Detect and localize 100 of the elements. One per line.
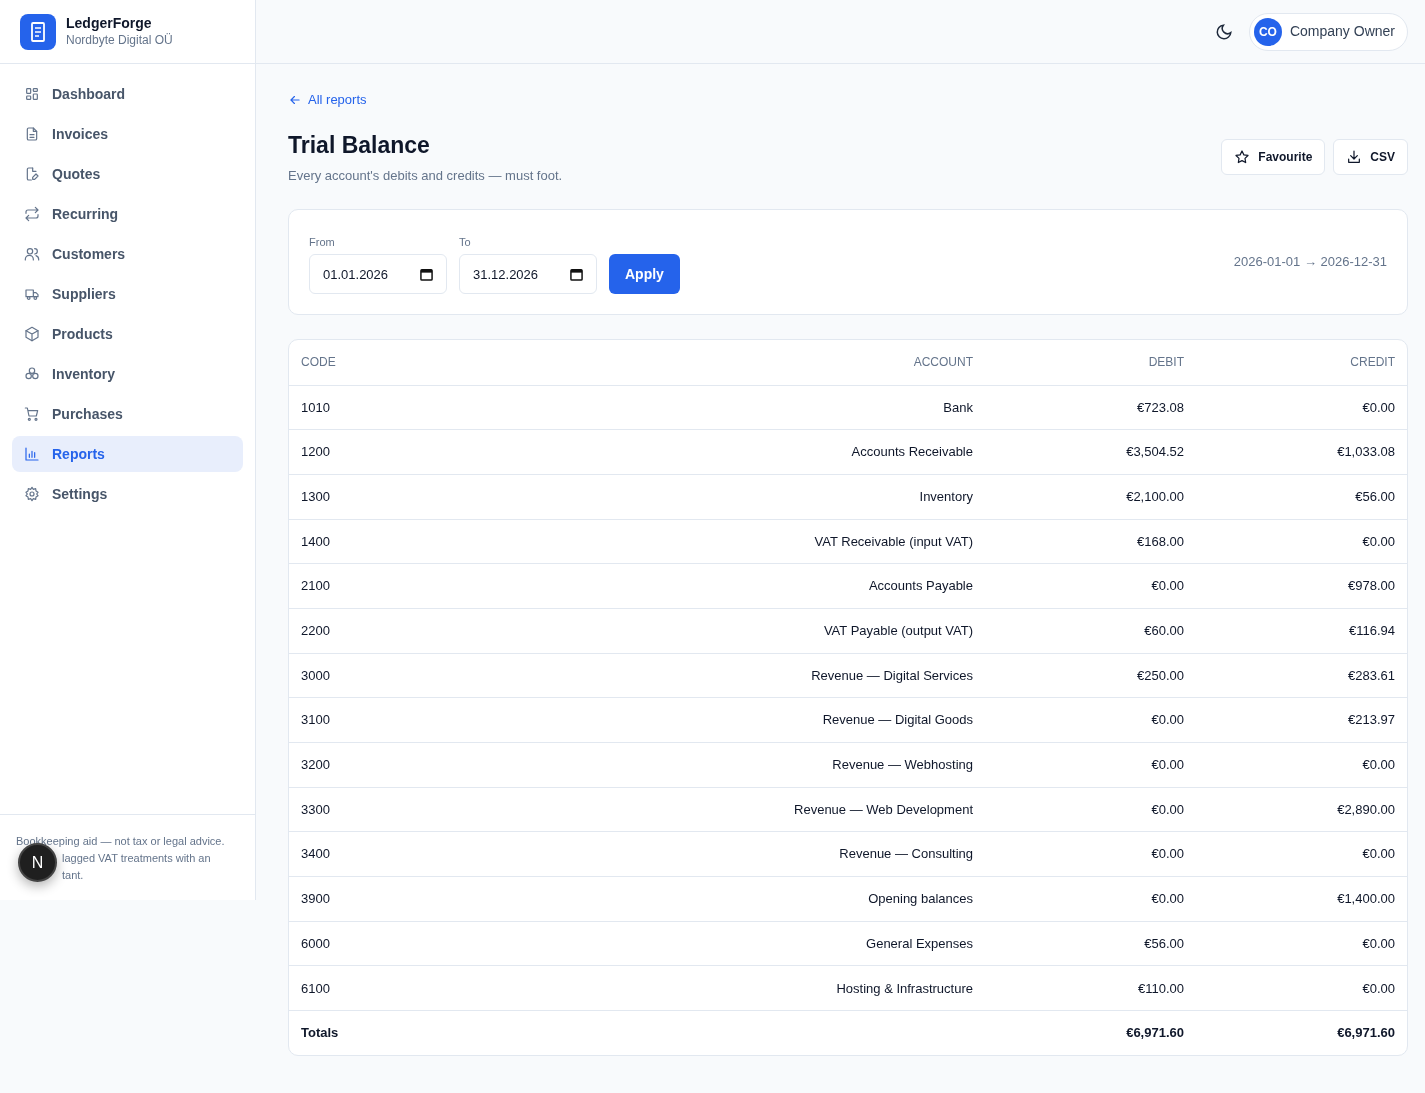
- nav-item[interactable]: Dashboard: [12, 76, 243, 112]
- nav-item[interactable]: Invoices: [12, 116, 243, 152]
- calendar-icon[interactable]: [570, 267, 583, 281]
- table-cell: €3,504.52: [985, 429, 1196, 475]
- nav-item[interactable]: Inventory: [12, 356, 243, 392]
- table-cell: €0.00: [985, 876, 1196, 922]
- table-cell: €6,971.60: [985, 1010, 1196, 1055]
- page-subtitle: Every account's debits and credits — must foot.: [288, 166, 563, 185]
- table-cell: 1300: [289, 474, 489, 520]
- table-cell: Totals: [289, 1010, 985, 1055]
- back-link[interactable]: All reports: [288, 90, 367, 110]
- table-cell: 3200: [289, 742, 489, 788]
- logo-icon: [20, 13, 56, 50]
- table-cell: Inventory: [489, 474, 985, 520]
- table-cell: €0.00: [1196, 519, 1407, 564]
- table-cell: €0.00: [985, 831, 1196, 877]
- document-pen-icon: [24, 166, 40, 182]
- table-cell: Bank: [489, 385, 985, 430]
- field-label: From: [309, 234, 336, 250]
- disclaimer-text: lagged VAT treatments with an: [62, 851, 212, 866]
- nav-item[interactable]: Purchases: [12, 396, 243, 432]
- table-cell: General Expenses: [489, 921, 985, 966]
- table-cell: 2200: [289, 608, 489, 654]
- grid-icon: [24, 86, 40, 102]
- column-header: ACCOUNT: [489, 340, 985, 385]
- settings-icon: [24, 486, 40, 502]
- table-cell: Accounts Payable: [489, 563, 985, 609]
- nav-item[interactable]: Reports: [12, 436, 243, 472]
- table-cell: Hosting & Infrastructure: [489, 965, 985, 1011]
- disclaimer-text: tant.: [62, 868, 85, 883]
- table-cell: Revenue — Digital Goods: [489, 697, 985, 743]
- document-icon: [24, 126, 40, 142]
- column-header: CREDIT: [1196, 340, 1407, 385]
- table-cell: 1400: [289, 519, 489, 564]
- table-cell: VAT Receivable (input VAT): [489, 519, 985, 564]
- table-cell: Revenue — Webhosting: [489, 742, 985, 788]
- table-cell: €213.97: [1196, 697, 1407, 743]
- apply-button[interactable]: Apply: [609, 254, 680, 295]
- table-cell: €6,971.60: [1196, 1010, 1407, 1055]
- bar-chart-icon: [24, 446, 40, 462]
- users-icon: [24, 246, 40, 262]
- table-cell: €250.00: [985, 653, 1196, 698]
- table-cell: 1200: [289, 429, 489, 475]
- table-cell: €0.00: [1196, 831, 1407, 877]
- table-cell: 2100: [289, 563, 489, 609]
- table-cell: €0.00: [985, 742, 1196, 788]
- table-cell: €0.00: [1196, 385, 1407, 430]
- column-header: DEBIT: [985, 340, 1196, 385]
- table-cell: €1,400.00: [1196, 876, 1407, 922]
- cube-icon: [24, 326, 40, 342]
- table-cell: €116.94: [1196, 608, 1407, 654]
- table-cell: 1010: [289, 385, 489, 430]
- favourite-button[interactable]: Favourite: [1221, 139, 1326, 175]
- star-icon: [1234, 149, 1251, 165]
- table-cell: 3000: [289, 653, 489, 698]
- nav-item[interactable]: Products: [12, 316, 243, 352]
- table-cell: Revenue — Web Development: [489, 787, 985, 832]
- calendar-icon[interactable]: [420, 267, 433, 281]
- table-cell: Accounts Receivable: [489, 429, 985, 475]
- table-cell: 3400: [289, 831, 489, 877]
- circles-icon: [24, 366, 40, 382]
- csv-button[interactable]: CSV: [1333, 139, 1408, 175]
- nav-item[interactable]: Customers: [12, 236, 243, 272]
- table-cell: €56.00: [985, 921, 1196, 966]
- table-cell: €0.00: [1196, 742, 1407, 788]
- table-cell: Opening balances: [489, 876, 985, 922]
- page-title: Trial Balance: [288, 130, 431, 160]
- nav-item[interactable]: Quotes: [12, 156, 243, 192]
- table-cell: €2,100.00: [985, 474, 1196, 520]
- user-avatar: CO: [1253, 17, 1282, 46]
- truck-icon: [24, 286, 40, 302]
- nav-item[interactable]: Settings: [12, 476, 243, 512]
- table-cell: €0.00: [985, 563, 1196, 609]
- table-cell: €1,033.08: [1196, 429, 1407, 475]
- table-cell: €60.00: [985, 608, 1196, 654]
- company-name: Nordbyte Digital OÜ: [66, 32, 173, 48]
- nav-item[interactable]: Recurring: [12, 196, 243, 232]
- field-label: To: [459, 234, 472, 250]
- nav-item[interactable]: Suppliers: [12, 276, 243, 312]
- table-cell: 6000: [289, 921, 489, 966]
- cart-icon: [24, 406, 40, 422]
- table-cell: €2,890.00: [1196, 787, 1407, 832]
- download-icon: [1346, 149, 1363, 165]
- table-cell: Revenue — Digital Services: [489, 653, 985, 698]
- table-cell: 3100: [289, 697, 489, 743]
- moon-icon[interactable]: [1214, 22, 1233, 41]
- date-range-text: 2026-01-01 → 2026-12-31: [1233, 253, 1387, 272]
- date-field[interactable]: 01.01.2026: [309, 254, 447, 295]
- column-header: CODE: [289, 340, 489, 385]
- table-cell: Revenue — Consulting: [489, 831, 985, 877]
- table-cell: 3900: [289, 876, 489, 922]
- date-field[interactable]: 31.12.2026: [459, 254, 597, 295]
- user-menu-button[interactable]: CO Company Owner: [1248, 12, 1408, 51]
- table-cell: VAT Payable (output VAT): [489, 608, 985, 654]
- table-cell: €56.00: [1196, 474, 1407, 520]
- table-cell: €110.00: [985, 965, 1196, 1011]
- table-cell: €0.00: [985, 787, 1196, 832]
- table-cell: €978.00: [1196, 563, 1407, 609]
- table-cell: €0.00: [1196, 965, 1407, 1011]
- table-cell: €283.61: [1196, 653, 1407, 698]
